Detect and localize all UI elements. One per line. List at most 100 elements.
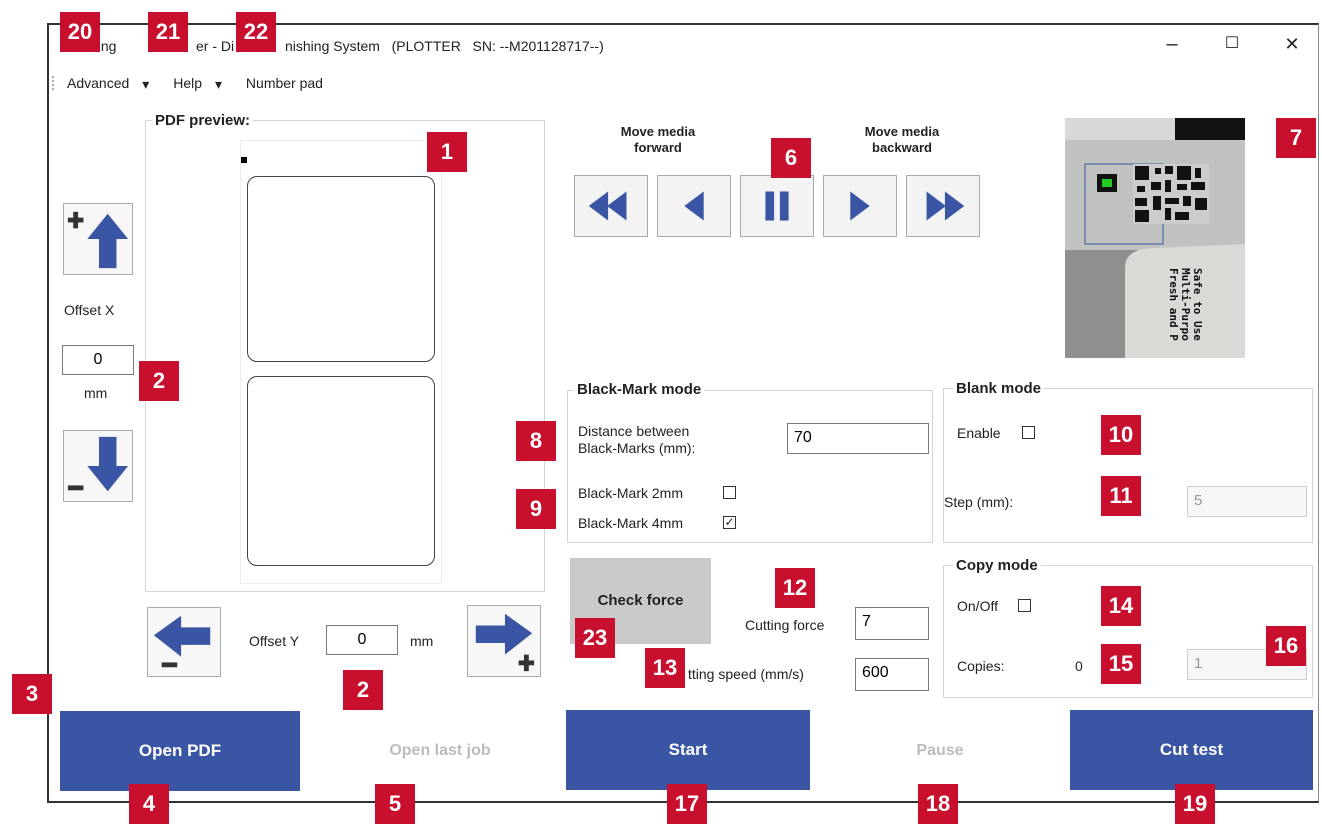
menu-advanced[interactable]: Advanced ▾ <box>67 75 159 92</box>
callout-badge: 6 <box>771 138 811 178</box>
callout-badge: 19 <box>1175 784 1215 824</box>
blank-mode-title: Blank mode <box>953 380 1045 397</box>
pause-media-button[interactable] <box>740 175 814 237</box>
camera-label-text: Safe to Use Multi-Purpo Fresh and P <box>1163 268 1204 358</box>
copy-onoff-label: On/Off <box>957 598 998 614</box>
black-mark-4mm-label: Black-Mark 4mm <box>578 515 684 531</box>
callout-badge: 17 <box>667 784 707 824</box>
checkmark-icon: ✓ <box>724 515 735 529</box>
pdf-label-1 <box>247 176 435 362</box>
close-button[interactable]: ✕ <box>1277 34 1307 54</box>
black-mark <box>241 157 247 163</box>
camera-image <box>1065 118 1245 358</box>
blank-step-label: Step (mm): <box>944 494 1014 510</box>
cutting-speed-label: tting speed (mm/s) <box>688 666 804 682</box>
pause-icon <box>765 191 789 221</box>
callout-badge: 10 <box>1101 415 1141 455</box>
fast-rewind-button[interactable] <box>574 175 648 237</box>
distance-label-line2: Black-Marks (mm): <box>578 440 696 456</box>
copy-onoff-checkbox[interactable] <box>1018 599 1031 612</box>
callout-badge: 15 <box>1101 644 1141 684</box>
start-button[interactable]: Start <box>566 710 810 790</box>
minus-left-arrow-icon <box>153 615 211 668</box>
offset-y-input[interactable]: 0 <box>326 625 398 655</box>
minus-down-arrow-icon <box>67 436 129 492</box>
title-text-3: nishing System (PLOTTER SN: --M201128717… <box>285 38 604 54</box>
callout-badge: 12 <box>775 568 815 608</box>
menu-help-label: Help <box>173 75 202 91</box>
callout-badge: 16 <box>1266 626 1306 666</box>
maximize-button[interactable]: ☐ <box>1217 34 1247 54</box>
callout-badge: 7 <box>1276 118 1316 158</box>
callout-badge: 14 <box>1101 586 1141 626</box>
offset-x-unit: mm <box>84 385 108 401</box>
menu-number-pad[interactable]: Number pad <box>246 75 323 91</box>
callout-badge: 18 <box>918 784 958 824</box>
offset-x-label: Offset X <box>64 302 115 318</box>
camera-label-line: Fresh and P <box>1167 268 1180 341</box>
camera-label-line: Safe to Use <box>1191 268 1204 341</box>
forward-button[interactable] <box>823 175 897 237</box>
cutting-speed-input[interactable]: 600 <box>855 658 929 691</box>
black-mark-4mm-checkbox[interactable]: ✓ <box>723 516 736 529</box>
rewind-button[interactable] <box>657 175 731 237</box>
offset-y-label: Offset Y <box>249 633 300 649</box>
chevron-down-icon: ▾ <box>215 75 223 92</box>
callout-badge: 22 <box>236 12 276 52</box>
callout-badge: 2 <box>139 361 179 401</box>
offset-x-increase-button[interactable] <box>63 203 133 275</box>
blank-mode-group <box>943 388 1313 543</box>
menu-help[interactable]: Help ▾ <box>173 75 232 92</box>
camera-label-line: Multi-Purpo <box>1179 268 1192 341</box>
callout-badge: 2 <box>343 670 383 710</box>
camera-preview: Safe to Use Multi-Purpo Fresh and P <box>1065 118 1245 358</box>
callout-badge: 20 <box>60 12 100 52</box>
open-pdf-button[interactable]: Open PDF <box>60 711 300 791</box>
cutting-force-input[interactable]: 7 <box>855 607 929 640</box>
blank-enable-checkbox[interactable] <box>1022 426 1035 439</box>
callout-badge: 23 <box>575 618 615 658</box>
plus-right-arrow-icon <box>475 613 535 672</box>
minimize-button[interactable]: – <box>1157 34 1187 54</box>
callout-badge: 9 <box>516 489 556 529</box>
title-text-2: er - Di <box>196 38 235 54</box>
fast-forward-button[interactable] <box>906 175 980 237</box>
offset-x-input[interactable]: 0 <box>62 345 134 375</box>
fast-rewind-icon <box>588 191 627 221</box>
callout-badge: 4 <box>129 784 169 824</box>
menu-advanced-label: Advanced <box>67 75 130 91</box>
callout-badge: 1 <box>427 132 467 172</box>
distance-label-line1: Distance between <box>578 423 690 439</box>
callout-badge: 3 <box>12 674 52 714</box>
blank-enable-label: Enable <box>957 425 1001 441</box>
pdf-label-2 <box>247 376 435 566</box>
copies-label: Copies: <box>957 658 1005 674</box>
menu-bar: Advanced ▾ Help ▾ Number pad <box>67 75 333 93</box>
blank-step-input[interactable]: 5 <box>1187 486 1307 517</box>
callout-badge: 11 <box>1101 476 1141 516</box>
play-icon <box>850 191 870 221</box>
cutting-force-label: Cutting force <box>745 617 825 633</box>
move-backward-label: Move media backward <box>864 124 940 155</box>
rewind-icon <box>684 191 704 221</box>
move-forward-label: Move media forward <box>620 124 696 155</box>
chevron-down-icon: ▾ <box>142 75 150 92</box>
copies-count: 0 <box>1075 658 1083 674</box>
pdf-preview-title: PDF preview: <box>152 112 254 129</box>
fast-forward-icon <box>926 191 965 221</box>
distance-input[interactable]: 70 <box>787 423 929 454</box>
open-last-job-button[interactable]: Open last job <box>320 711 560 791</box>
cut-test-button[interactable]: Cut test <box>1070 710 1313 790</box>
offset-y-unit: mm <box>410 633 434 649</box>
offset-y-decrease-button[interactable] <box>147 607 221 677</box>
black-mark-title: Black-Mark mode <box>574 381 705 398</box>
callout-badge: 8 <box>516 421 556 461</box>
black-mark-2mm-label: Black-Mark 2mm <box>578 485 684 501</box>
pause-button[interactable]: Pause <box>820 711 1060 791</box>
offset-x-decrease-button[interactable] <box>63 430 133 502</box>
menu-grip <box>52 76 54 90</box>
callout-badge: 13 <box>645 648 685 688</box>
callout-badge: 21 <box>148 12 188 52</box>
offset-y-increase-button[interactable] <box>467 605 541 677</box>
black-mark-2mm-checkbox[interactable] <box>723 486 736 499</box>
